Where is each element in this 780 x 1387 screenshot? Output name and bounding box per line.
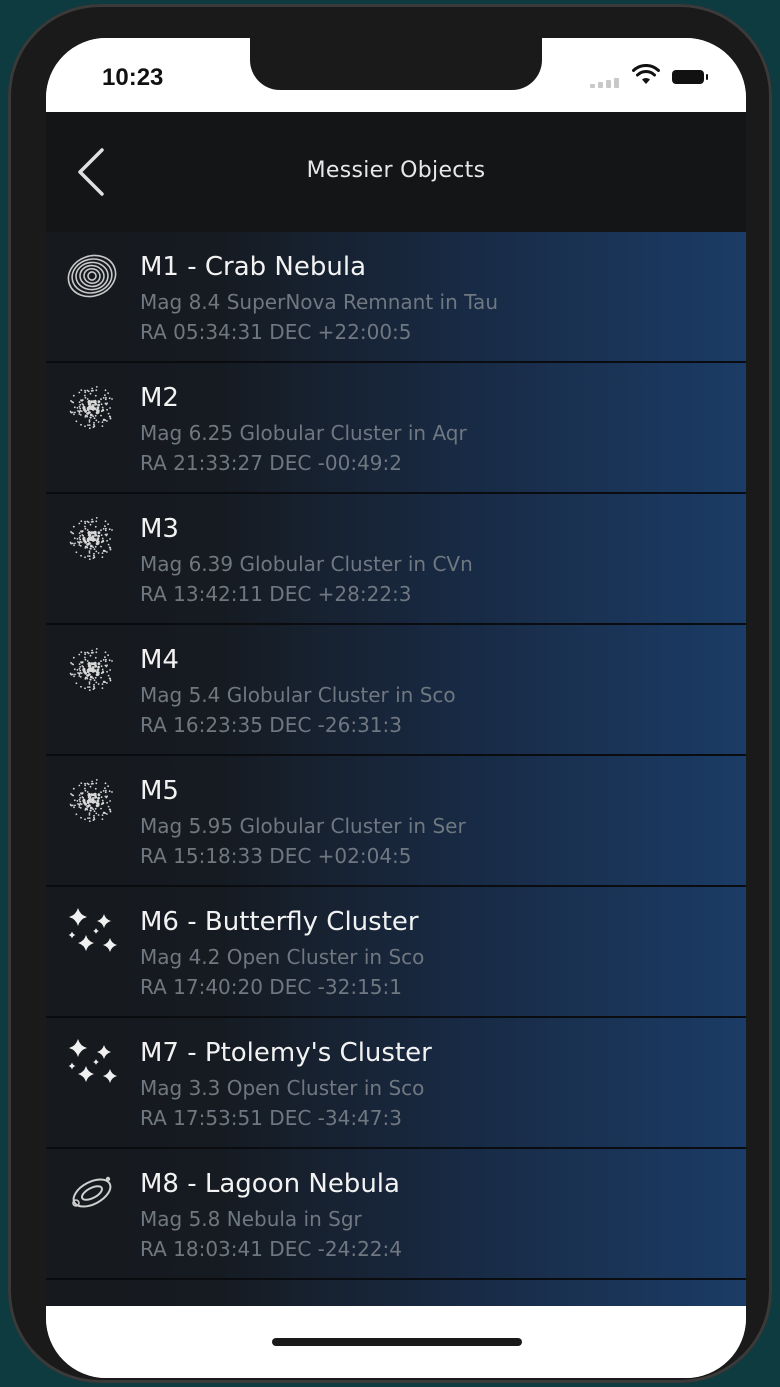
object-coordinates: RA 21:33:27 DEC -00:49:2	[140, 451, 402, 475]
object-name: M6 - Butterfly Cluster	[140, 907, 419, 937]
object-name: M5	[140, 776, 179, 806]
object-description: Mag 5.4 Globular Cluster in Sco	[140, 683, 456, 707]
globular-cluster-icon	[69, 386, 113, 430]
wifi-icon	[632, 64, 660, 84]
object-name: M8 - Lagoon Nebula	[140, 1169, 400, 1199]
object-description: Mag 6.25 Globular Cluster in Aqr	[140, 421, 467, 445]
object-coordinates: RA 16:23:35 DEC -26:31:3	[140, 713, 402, 737]
open-cluster-icon	[68, 908, 117, 952]
navigation-bar: Messier Objects	[46, 112, 746, 232]
globular-cluster-icon	[69, 648, 113, 692]
globular-cluster-icon	[69, 779, 113, 823]
object-description: Mag 6.39 Globular Cluster in CVn	[140, 552, 473, 576]
object-coordinates: RA 17:40:20 DEC -32:15:1	[140, 975, 402, 999]
object-description: Mag 5.8 Nebula in Sgr	[140, 1207, 362, 1231]
home-area	[46, 1306, 746, 1378]
list-item[interactable]: M2 Mag 6.25 Globular Cluster in Aqr RA 21:…	[46, 363, 746, 494]
object-description: Mag 4.2 Open Cluster in Sco	[140, 945, 425, 969]
object-name: M7 - Ptolemy's Cluster	[140, 1038, 432, 1068]
object-description: Mag 3.3 Open Cluster in Sco	[140, 1076, 425, 1100]
globular-cluster-icon	[69, 517, 113, 561]
object-name: M2	[140, 383, 179, 413]
object-coordinates: RA 13:42:11 DEC +28:22:3	[140, 582, 412, 606]
list-item-partial[interactable]	[46, 1280, 746, 1306]
object-coordinates: RA 18:03:41 DEC -24:22:4	[140, 1237, 402, 1261]
page-title: Messier Objects	[306, 158, 486, 183]
battery-icon	[672, 70, 708, 84]
messier-object-list[interactable]: M1 - Crab Nebula Mag 8.4 SuperNova Remnan…	[46, 232, 746, 1306]
object-coordinates: RA 15:18:33 DEC +02:04:5	[140, 844, 412, 868]
phone-frame: 10:23 Messier Objects M1 - Crab Nebula Ma…	[8, 4, 772, 1383]
status-bar: 10:23	[46, 38, 746, 112]
list-item[interactable]: M6 - Butterfly Cluster Mag 4.2 Open Clust…	[46, 887, 746, 1018]
object-name: M3	[140, 514, 179, 544]
notch	[250, 38, 542, 90]
cellular-signal-icon	[590, 78, 624, 88]
status-time: 10:23	[102, 64, 164, 91]
list-item[interactable]: M3 Mag 6.39 Globular Cluster in CVn RA 13:…	[46, 494, 746, 625]
nebula-spiral-icon	[67, 254, 117, 298]
home-indicator[interactable]	[272, 1338, 522, 1346]
object-coordinates: RA 05:34:31 DEC +22:00:5	[140, 320, 412, 344]
list-item[interactable]: M1 - Crab Nebula Mag 8.4 SuperNova Remnan…	[46, 232, 746, 363]
screen: 10:23 Messier Objects M1 - Crab Nebula Ma…	[46, 38, 746, 1378]
open-cluster-icon	[68, 1039, 117, 1083]
object-name: M1 - Crab Nebula	[140, 252, 367, 282]
object-coordinates: RA 17:53:51 DEC -34:47:3	[140, 1106, 402, 1130]
list-item[interactable]: M7 - Ptolemy's Cluster Mag 3.3 Open Clust…	[46, 1018, 746, 1149]
object-description: Mag 8.4 SuperNova Remnant in Tau	[140, 290, 498, 314]
list-item[interactable]: M5 Mag 5.95 Globular Cluster in Ser RA 15:…	[46, 756, 746, 887]
nebula-icon	[72, 1176, 112, 1208]
object-description: Mag 5.95 Globular Cluster in Ser	[140, 814, 466, 838]
list-item[interactable]: M8 - Lagoon Nebula Mag 5.8 Nebula in Sgr R…	[46, 1149, 746, 1280]
list-item[interactable]: M4 Mag 5.4 Globular Cluster in Sco RA 16:2…	[46, 625, 746, 756]
object-name: M4	[140, 645, 179, 675]
